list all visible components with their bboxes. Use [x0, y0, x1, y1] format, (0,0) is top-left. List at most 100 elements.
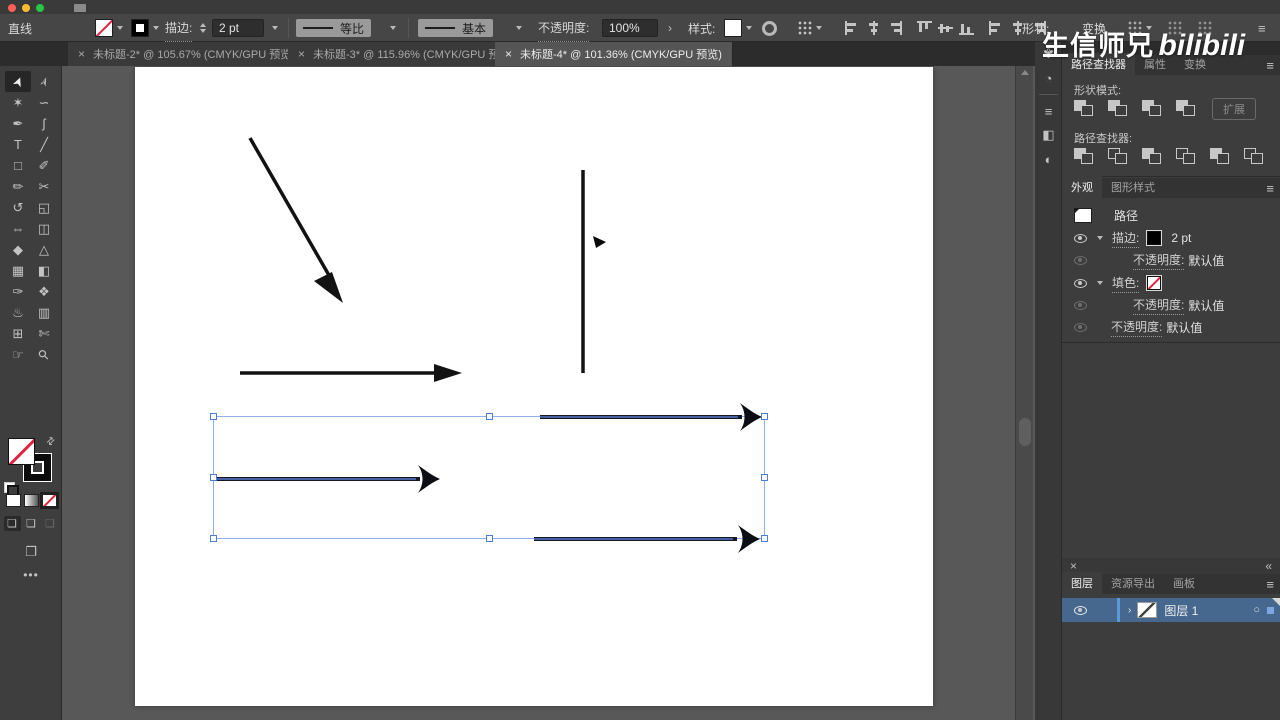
draw-inside-icon[interactable]: ❏ — [42, 516, 59, 531]
crop-button[interactable] — [1176, 148, 1198, 165]
visibility-eye-icon[interactable] — [1074, 322, 1087, 332]
visibility-eye-icon[interactable] — [1074, 278, 1087, 288]
tab-properties[interactable]: 属性 — [1135, 53, 1175, 75]
fill-link[interactable]: 填色: — [1112, 274, 1140, 293]
tool-paintbrush[interactable]: ✐ — [31, 155, 57, 176]
selected-arrow-middle[interactable] — [216, 465, 440, 493]
opacity-link[interactable]: 不透明度: — [1133, 296, 1185, 315]
close-icon[interactable]: × — [505, 47, 512, 61]
align-center-h-button[interactable] — [866, 21, 881, 35]
visibility-eye-icon[interactable] — [1074, 300, 1087, 310]
tool-eyedropper[interactable]: ✑ — [5, 281, 31, 302]
distribute-spacing-button[interactable] — [1128, 14, 1152, 42]
tab-layers[interactable]: 图层 — [1062, 572, 1102, 594]
tool-scale[interactable]: ◱ — [31, 197, 57, 218]
minus-front-button[interactable] — [1108, 100, 1130, 117]
selected-arrow-bottom[interactable] — [534, 525, 760, 553]
trim-button[interactable] — [1108, 148, 1130, 165]
brush-dropdown[interactable]: 基本 — [418, 19, 494, 37]
tool-pencil[interactable]: ✏ — [5, 176, 31, 197]
align-grid-button[interactable] — [798, 14, 822, 42]
opacity-link[interactable]: 不透明度: — [1133, 251, 1185, 270]
vertical-scrollbar[interactable] — [1015, 66, 1033, 720]
selected-arrow-top[interactable] — [540, 403, 762, 431]
stroke-weight-label[interactable]: 描边: — [165, 14, 193, 42]
opacity-more[interactable]: › — [668, 14, 672, 42]
tool-direct-selection[interactable]: ➢ — [31, 71, 57, 92]
zoom-window-button[interactable] — [36, 4, 44, 12]
constrain-button[interactable] — [1198, 14, 1212, 42]
align-top-button[interactable] — [917, 21, 932, 35]
style-swatch[interactable] — [724, 14, 752, 42]
appearance-row-opacity-object[interactable]: 不透明度: 默认值 — [1062, 316, 1280, 338]
tool-lasso[interactable]: ∽ — [31, 92, 57, 113]
collapse-icon[interactable]: « — [1265, 559, 1272, 573]
minimize-window-button[interactable] — [22, 4, 30, 12]
control-panel-menu-icon[interactable]: ≡ — [1258, 14, 1266, 42]
tab-transform[interactable]: 变换 — [1175, 53, 1215, 75]
appearance-row-opacity-stroke[interactable]: 不透明度: 默认值 — [1062, 249, 1280, 271]
tool-selection[interactable]: ➤ — [5, 71, 31, 92]
tool-gradient[interactable]: ◧ — [31, 260, 57, 281]
tool-magic-wand[interactable]: ✶ — [5, 92, 31, 113]
layer-selection-indicator[interactable] — [1267, 606, 1274, 614]
tool-type[interactable]: T — [5, 134, 31, 155]
arrow-horizontal[interactable] — [240, 364, 462, 382]
divide-button[interactable] — [1074, 148, 1096, 165]
tool-perspective-grid[interactable]: △ — [31, 239, 57, 260]
tool-blend[interactable]: ❖ — [31, 281, 57, 302]
gradient-button[interactable] — [23, 494, 39, 507]
opacity-value[interactable]: 100% — [602, 19, 658, 37]
align-right-button[interactable] — [887, 21, 902, 35]
close-icon[interactable]: × — [1070, 559, 1077, 573]
gradient-panel-icon[interactable]: ◧ — [1035, 123, 1062, 147]
opacity-label[interactable]: 不透明度: — [538, 14, 590, 42]
fill-swatch[interactable] — [95, 14, 123, 42]
color-button[interactable] — [5, 494, 21, 507]
outline-button[interactable] — [1210, 148, 1232, 165]
visibility-eye-icon[interactable] — [1074, 605, 1087, 615]
tool-mesh[interactable]: ▦ — [5, 260, 31, 281]
stroke-weight-stepper[interactable] — [200, 14, 209, 42]
stroke-weight-value[interactable]: 2 pt — [212, 19, 264, 37]
tab-pathfinder[interactable]: 路径查找器 — [1062, 53, 1135, 75]
stroke-link[interactable]: 描边: — [1112, 229, 1140, 248]
panel-menu-icon[interactable]: ≡ — [1266, 58, 1274, 73]
scrollbar-thumb[interactable] — [1019, 418, 1031, 446]
arrow-diagonal[interactable] — [248, 137, 343, 303]
transform-label[interactable]: 变换 — [1082, 14, 1106, 42]
stroke-weight[interactable]: 2 pt — [1171, 231, 1191, 245]
tab-asset-export[interactable]: 资源导出 — [1102, 572, 1164, 594]
tool-curvature[interactable]: ʃ — [31, 113, 57, 134]
stroke-swatch[interactable] — [131, 14, 159, 42]
visibility-eye-icon[interactable] — [1074, 233, 1087, 243]
tool-zoom[interactable]: ⚲ — [31, 344, 57, 365]
minus-back-button[interactable] — [1244, 148, 1266, 165]
expand-button[interactable]: 扩展 — [1212, 98, 1256, 120]
layer-target-icon[interactable]: ○ — [1253, 604, 1260, 616]
draw-normal-icon[interactable]: ❏ — [3, 516, 21, 531]
default-fill-stroke-icon[interactable] — [4, 482, 19, 497]
tool-symbol-sprayer[interactable]: ♨ — [5, 302, 31, 323]
align-left-button[interactable] — [845, 21, 860, 35]
brush-chevron[interactable] — [512, 14, 522, 42]
tool-hand[interactable]: ☞ — [5, 344, 31, 365]
tool-slice[interactable]: ✄ — [31, 323, 57, 344]
tool-scissors[interactable]: ✂ — [31, 176, 57, 197]
panel-menu-icon[interactable]: ≡ — [1266, 577, 1274, 592]
close-icon[interactable]: × — [78, 47, 85, 61]
tool-free-transform[interactable]: ◫ — [31, 218, 57, 239]
scroll-up-icon[interactable] — [1021, 70, 1029, 75]
fill-color-indicator[interactable] — [8, 438, 35, 465]
close-icon[interactable]: × — [298, 47, 305, 61]
appearance-row-path[interactable]: 路径 — [1062, 204, 1280, 226]
layer-name[interactable]: 图层 1 — [1164, 602, 1198, 619]
panel-menu-icon[interactable]: ≡ — [1266, 181, 1274, 196]
merge-button[interactable] — [1142, 148, 1164, 165]
canvas-area[interactable] — [62, 66, 1035, 720]
appearance-row-opacity-fill[interactable]: 不透明度: 默认值 — [1062, 294, 1280, 316]
stroke-color-chip[interactable] — [1147, 231, 1162, 245]
appearance-row-fill[interactable]: 填色: — [1062, 272, 1280, 294]
visibility-eye-icon[interactable] — [1074, 255, 1087, 265]
more-tools-icon[interactable]: ••• — [0, 568, 62, 582]
